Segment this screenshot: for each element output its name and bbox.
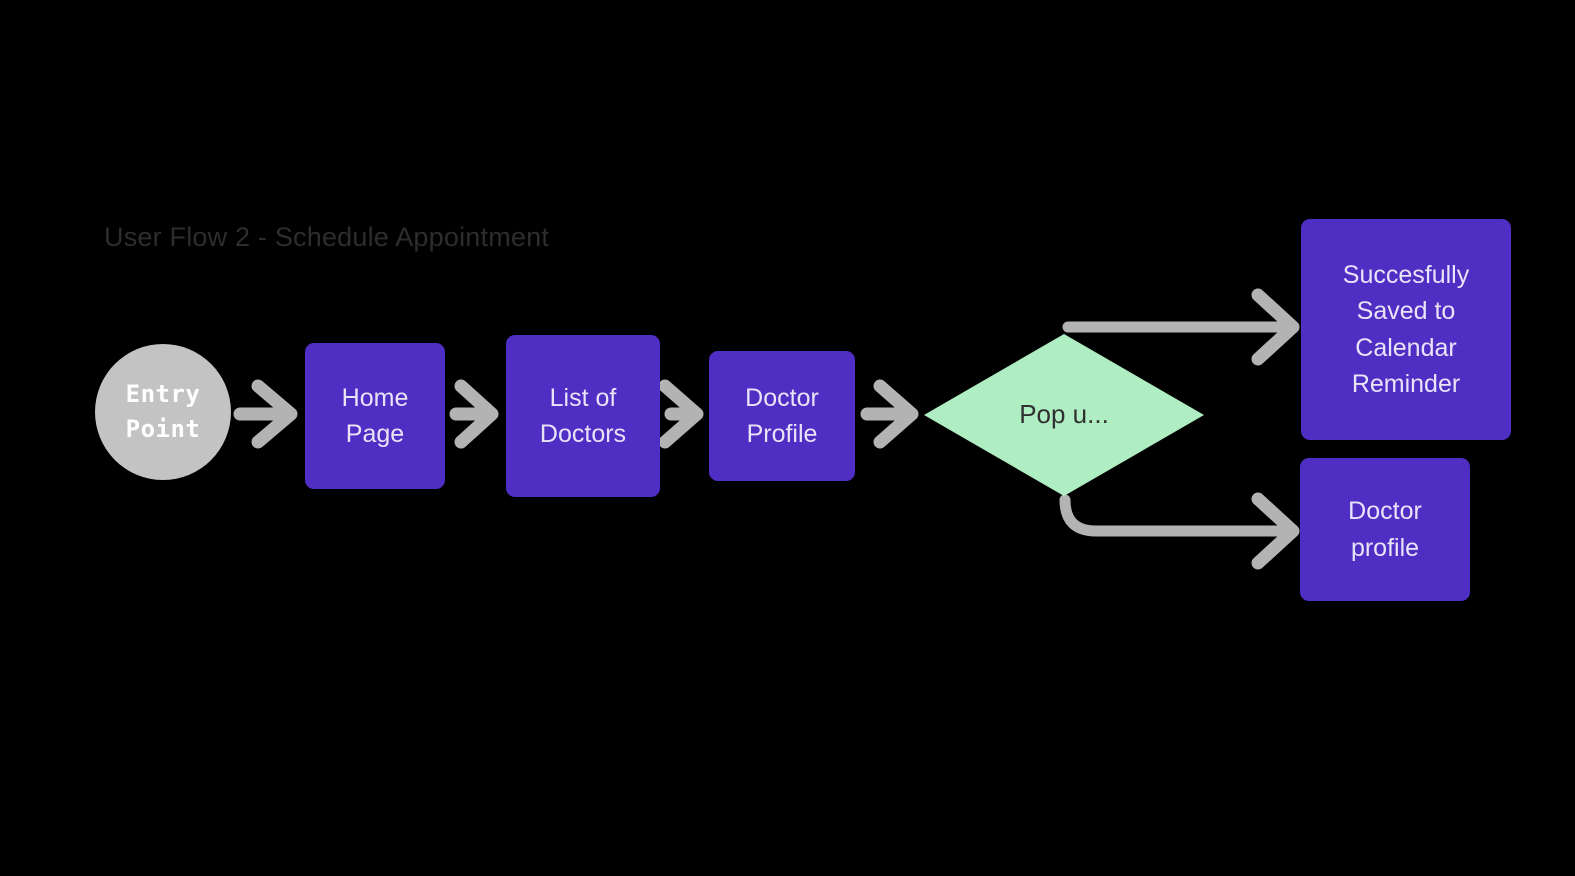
node-list-of-doctors[interactable]: List of Doctors [506,335,660,497]
node-doctor-profile-step[interactable]: Doctor Profile [709,351,855,481]
connector-entry-to-home [233,379,298,449]
node-entry-point[interactable]: Entry Point [95,344,231,480]
node-doctor-profile-result-label: Doctor profile [1348,497,1422,562]
node-saved-to-calendar[interactable]: Succesfully Saved to Calendar Reminder [1301,219,1511,440]
connector-list-to-doctor-profile [658,379,704,449]
node-home-page[interactable]: Home Page [305,343,445,489]
node-popup-decision-label: Pop u... [1019,399,1109,430]
node-doctor-profile-result[interactable]: Doctor profile [1300,458,1470,601]
node-doctor-profile-step-label: Doctor Profile [745,383,819,448]
flowchart-canvas: User Flow 2 - Schedule Appointment Entry… [0,0,1575,876]
node-home-page-label: Home Page [341,383,409,448]
connector-popup-to-doctor-profile [1059,492,1300,570]
node-entry-point-label: Entry Point [125,380,201,443]
connector-home-to-list [449,379,499,449]
node-list-of-doctors-label: List of Doctors [539,383,627,448]
connector-doctor-profile-to-popup [860,379,919,449]
node-saved-to-calendar-label: Succesfully Saved to Calendar Reminder [1342,261,1470,398]
node-popup-decision[interactable]: Pop u... [924,334,1204,496]
page-title: User Flow 2 - Schedule Appointment [104,222,550,252]
